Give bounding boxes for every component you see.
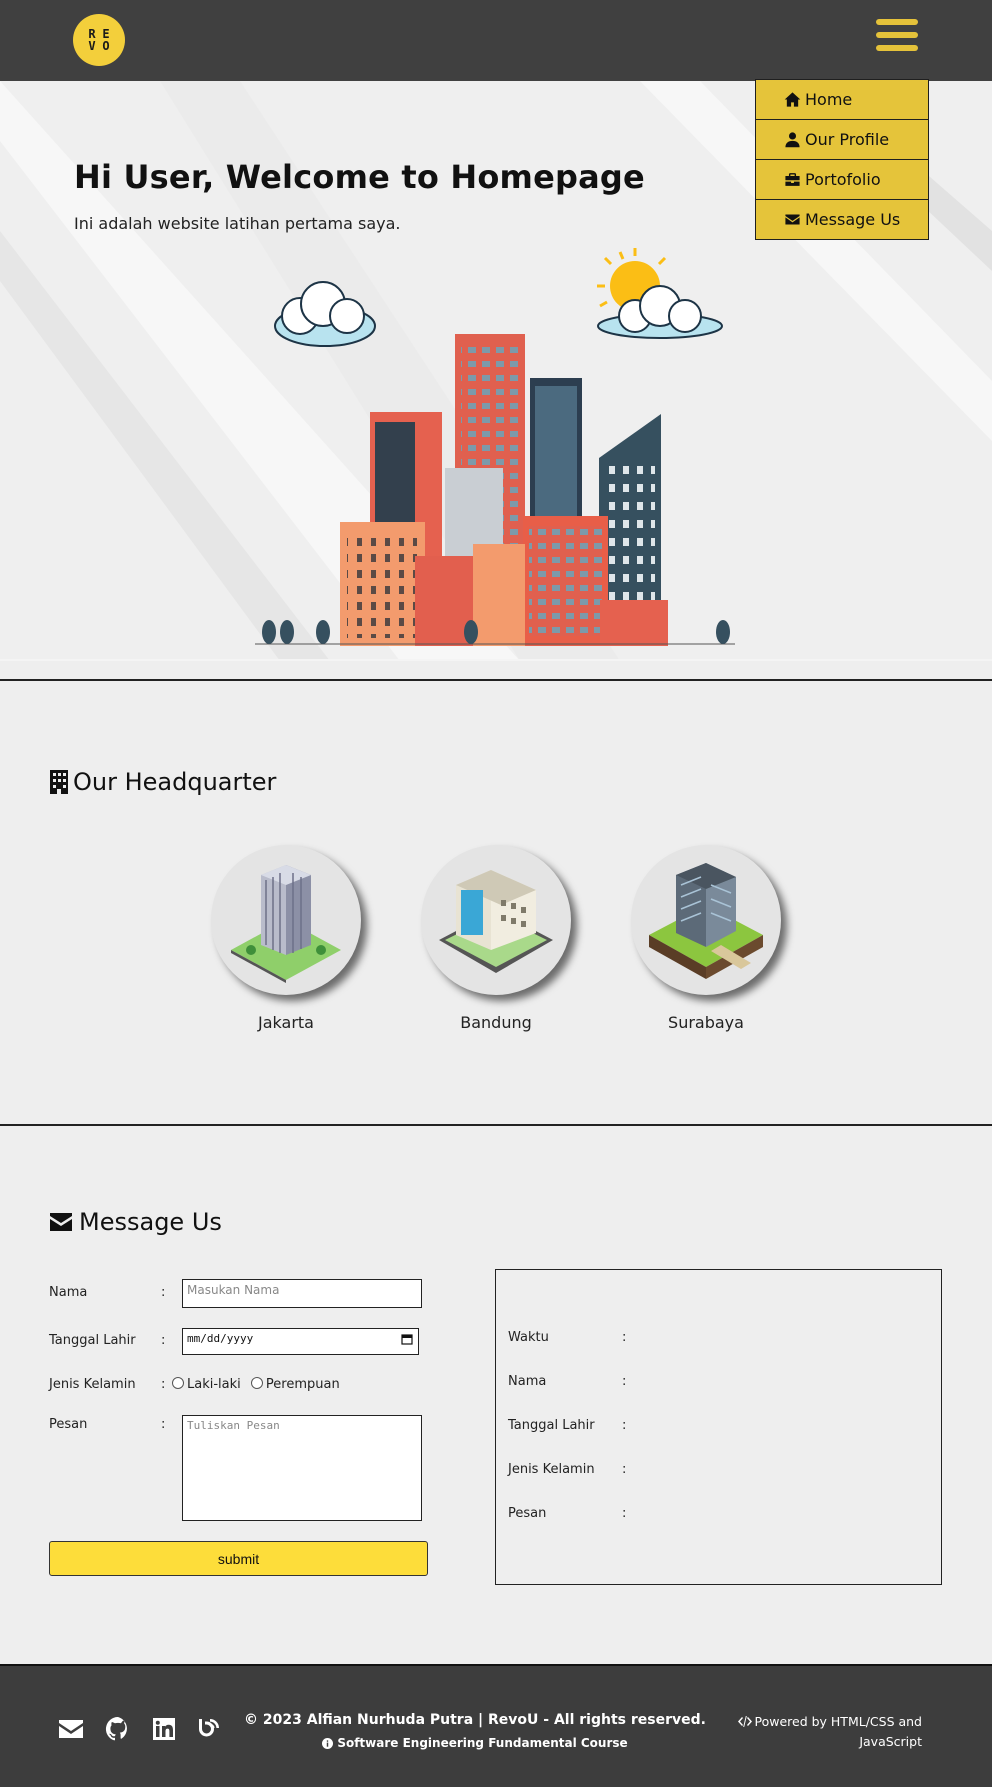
mail-icon[interactable] — [58, 1716, 84, 1742]
cloud-left — [274, 281, 376, 347]
sun-with-cloud — [597, 248, 723, 339]
nav-item-label: Our Profile — [805, 130, 890, 149]
radio-perempuan[interactable] — [250, 1377, 263, 1389]
building-icon — [50, 770, 68, 794]
radio-laki-laki[interactable] — [172, 1377, 184, 1389]
result-label: Nama — [508, 1374, 547, 1389]
colon: : — [622, 1374, 627, 1389]
pesan-textarea[interactable]: Tuliskan Pesan — [182, 1415, 422, 1521]
briefcase-icon — [785, 173, 800, 186]
pesan-label: Pesan — [49, 1417, 88, 1432]
nav-item-label: Home — [805, 90, 853, 109]
github-icon[interactable] — [105, 1716, 131, 1742]
hq-image-bandung[interactable] — [421, 845, 571, 995]
code-icon — [738, 1716, 753, 1727]
radio-label: Laki-laki — [187, 1377, 241, 1392]
envelope-icon — [50, 1213, 72, 1231]
colon: : — [161, 1377, 166, 1392]
user-icon — [785, 132, 800, 148]
nav-menu: Home Our Profile Portofolio Message Us — [755, 79, 929, 240]
nav-item-our-profile[interactable]: Our Profile — [755, 119, 929, 160]
colon: : — [161, 1333, 166, 1348]
submit-button[interactable]: submit — [49, 1541, 428, 1576]
colon: : — [161, 1417, 166, 1432]
info-icon — [322, 1737, 334, 1749]
nav-item-message-us[interactable]: Message Us — [755, 199, 929, 240]
colon: : — [622, 1330, 627, 1345]
nama-label: Nama — [49, 1285, 88, 1300]
logo-letter: V — [88, 39, 96, 53]
nav-item-label: Message Us — [805, 210, 901, 229]
hq-image-surabaya[interactable] — [631, 845, 781, 995]
course-label: Software Engineering Fundamental Course — [337, 1736, 628, 1750]
hero-title: Hi User, Welcome to Homepage — [74, 158, 645, 196]
hamburger-menu-icon[interactable] — [876, 19, 918, 57]
tanggal-lahir-input[interactable]: mm/dd/yyyy — [182, 1328, 419, 1355]
logo-letters: R E V O — [85, 28, 113, 52]
result-label: Pesan — [508, 1506, 547, 1521]
powered-by-text: Powered by HTML/CSS and JavaScript — [754, 1714, 922, 1749]
hq-card-surabaya: Surabaya — [631, 845, 781, 1032]
colon: : — [622, 1418, 627, 1433]
hq-card-jakarta: Jakarta — [211, 845, 361, 1032]
nav-item-home[interactable]: Home — [755, 79, 929, 120]
bandung-building-illustration — [439, 870, 553, 973]
section-divider — [0, 1124, 992, 1126]
revou-logo[interactable]: R E V O — [73, 14, 125, 66]
hq-card-bandung: Bandung — [421, 845, 571, 1032]
home-icon — [784, 92, 801, 107]
linkedin-icon[interactable] — [151, 1716, 177, 1742]
nama-input[interactable]: Masukan Nama — [182, 1279, 422, 1308]
surabaya-building-illustration — [649, 863, 763, 979]
headquarter-title: Our Headquarter — [49, 768, 276, 796]
jakarta-building-illustration — [231, 865, 341, 983]
city-buildings — [255, 334, 735, 646]
logo-letter: O — [102, 39, 110, 53]
hq-label: Surabaya — [668, 1013, 744, 1032]
section-divider — [0, 679, 992, 681]
gender-radio-group: Laki-laki Perempuan — [172, 1377, 340, 1392]
site-footer: © 2023 Alfian Nurhuda Putra | RevoU - Al… — [0, 1664, 992, 1787]
message-result-box: Waktu : Nama : Tanggal Lahir : Jenis Kel… — [495, 1269, 942, 1585]
hq-label: Bandung — [460, 1013, 532, 1032]
result-label: Tanggal Lahir — [508, 1418, 595, 1433]
nav-item-portofolio[interactable]: Portofolio — [755, 159, 929, 200]
message-us-title-text: Message Us — [79, 1208, 222, 1236]
site-header: R E V O — [0, 0, 992, 81]
result-label: Jenis Kelamin — [508, 1462, 595, 1477]
tanggal-lahir-label: Tanggal Lahir — [49, 1333, 136, 1348]
course-text: Software Engineering Fundamental Course — [200, 1736, 750, 1750]
message-us-title: Message Us — [49, 1208, 222, 1236]
calendar-icon[interactable] — [401, 1333, 413, 1348]
hero-subtitle: Ini adalah website latihan pertama saya. — [74, 214, 401, 233]
hq-label: Jakarta — [258, 1013, 314, 1032]
city-illustration — [255, 248, 735, 646]
colon: : — [161, 1285, 166, 1300]
date-placeholder: mm/dd/yyyy — [187, 1332, 254, 1345]
copyright-text: © 2023 Alfian Nurhuda Putra | RevoU - Al… — [244, 1712, 706, 1728]
nav-item-label: Portofolio — [805, 170, 881, 189]
powered-by: Powered by HTML/CSS and JavaScript — [722, 1712, 922, 1752]
result-label: Waktu — [508, 1330, 549, 1345]
radio-label: Perempuan — [265, 1377, 340, 1392]
envelope-icon — [785, 214, 800, 225]
hq-image-jakarta[interactable] — [211, 845, 361, 995]
colon: : — [622, 1506, 627, 1521]
colon: : — [622, 1462, 627, 1477]
jenis-kelamin-label: Jenis Kelamin — [49, 1377, 136, 1392]
headquarter-title-text: Our Headquarter — [73, 768, 277, 796]
